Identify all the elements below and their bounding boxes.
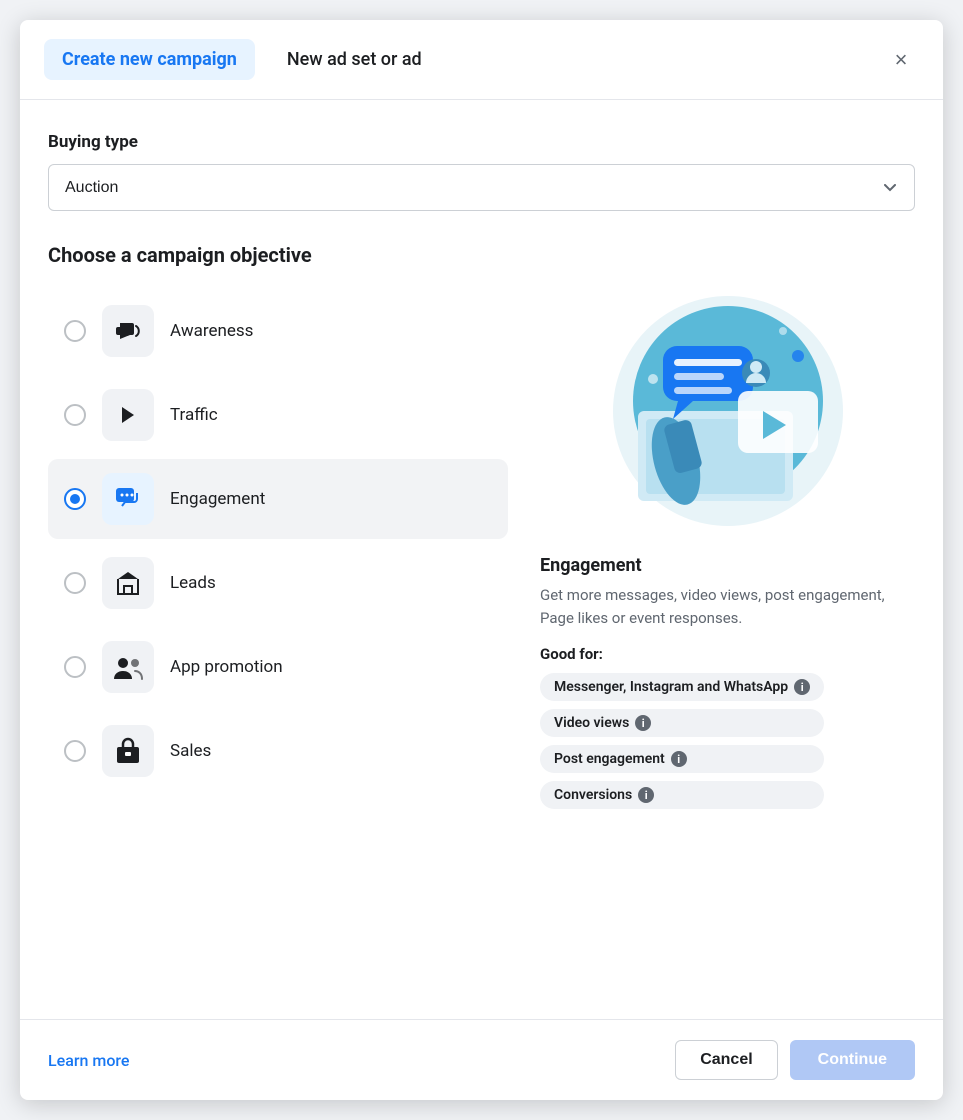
content-area: Awareness Traffic (48, 291, 915, 995)
app-promotion-label: App promotion (170, 657, 283, 677)
objective-section-label: Choose a campaign objective (48, 243, 915, 267)
radio-traffic[interactable] (64, 404, 86, 426)
radio-awareness[interactable] (64, 320, 86, 342)
awareness-icon-wrap (102, 305, 154, 357)
radio-engagement[interactable] (64, 488, 86, 510)
detail-panel: Engagement Get more messages, video view… (540, 291, 915, 995)
traffic-icon-wrap (102, 389, 154, 441)
modal-header: Create new campaign New ad set or ad × (20, 20, 943, 100)
leads-icon (114, 569, 142, 597)
good-for-label: Good for: (540, 645, 603, 663)
modal-body: Buying type Auction Reach and Frequency … (20, 100, 943, 1019)
info-icon-conversions[interactable]: i (638, 787, 654, 803)
sales-label: Sales (170, 741, 211, 761)
buying-type-select[interactable]: Auction Reach and Frequency (48, 164, 915, 211)
leads-icon-wrap (102, 557, 154, 609)
awareness-label: Awareness (170, 321, 253, 341)
app-promotion-icon (113, 653, 143, 681)
objective-app-promotion[interactable]: App promotion (48, 627, 508, 707)
awareness-icon (114, 317, 142, 345)
sales-icon-wrap (102, 725, 154, 777)
tag-video-views-label: Video views (554, 715, 629, 731)
objective-sales[interactable]: Sales (48, 711, 508, 791)
traffic-label: Traffic (170, 405, 218, 425)
tag-video-views: Video views i (540, 709, 824, 737)
tag-conversions: Conversions i (540, 781, 824, 809)
radio-leads[interactable] (64, 572, 86, 594)
continue-button[interactable]: Continue (790, 1040, 915, 1080)
info-icon-post[interactable]: i (671, 751, 687, 767)
objective-traffic[interactable]: Traffic (48, 375, 508, 455)
app-promotion-icon-wrap (102, 641, 154, 693)
tag-conversions-label: Conversions (554, 787, 632, 803)
tag-messenger: Messenger, Instagram and WhatsApp i (540, 673, 824, 701)
engagement-icon-wrap (102, 473, 154, 525)
info-icon-video[interactable]: i (635, 715, 651, 731)
detail-title: Engagement (540, 555, 642, 576)
radio-app-promotion[interactable] (64, 656, 86, 678)
tags-list: Messenger, Instagram and WhatsApp i Vide… (540, 673, 824, 809)
engagement-label: Engagement (170, 489, 265, 509)
tab-create-campaign[interactable]: Create new campaign (44, 39, 255, 80)
tab-new-ad-set[interactable]: New ad set or ad (287, 49, 422, 70)
modal-dialog: Create new campaign New ad set or ad × B… (20, 20, 943, 1100)
cancel-button[interactable]: Cancel (675, 1040, 777, 1080)
buying-type-label: Buying type (48, 132, 915, 152)
tag-messenger-label: Messenger, Instagram and WhatsApp (554, 679, 788, 695)
sales-icon (114, 737, 142, 765)
close-button[interactable]: × (883, 42, 919, 78)
traffic-icon (114, 401, 142, 429)
info-icon-messenger[interactable]: i (794, 679, 810, 695)
engagement-icon (113, 484, 143, 514)
detail-description: Get more messages, video views, post eng… (540, 584, 915, 629)
tag-post-engagement: Post engagement i (540, 745, 824, 773)
footer-buttons: Cancel Continue (675, 1040, 915, 1080)
objectives-list: Awareness Traffic (48, 291, 508, 995)
modal-footer: Learn more Cancel Continue (20, 1019, 943, 1100)
engagement-illustration (608, 291, 848, 531)
objective-engagement[interactable]: Engagement (48, 459, 508, 539)
objective-awareness[interactable]: Awareness (48, 291, 508, 371)
leads-label: Leads (170, 573, 216, 593)
learn-more-link[interactable]: Learn more (48, 1051, 129, 1070)
radio-sales[interactable] (64, 740, 86, 762)
objective-leads[interactable]: Leads (48, 543, 508, 623)
tag-post-engagement-label: Post engagement (554, 751, 665, 767)
